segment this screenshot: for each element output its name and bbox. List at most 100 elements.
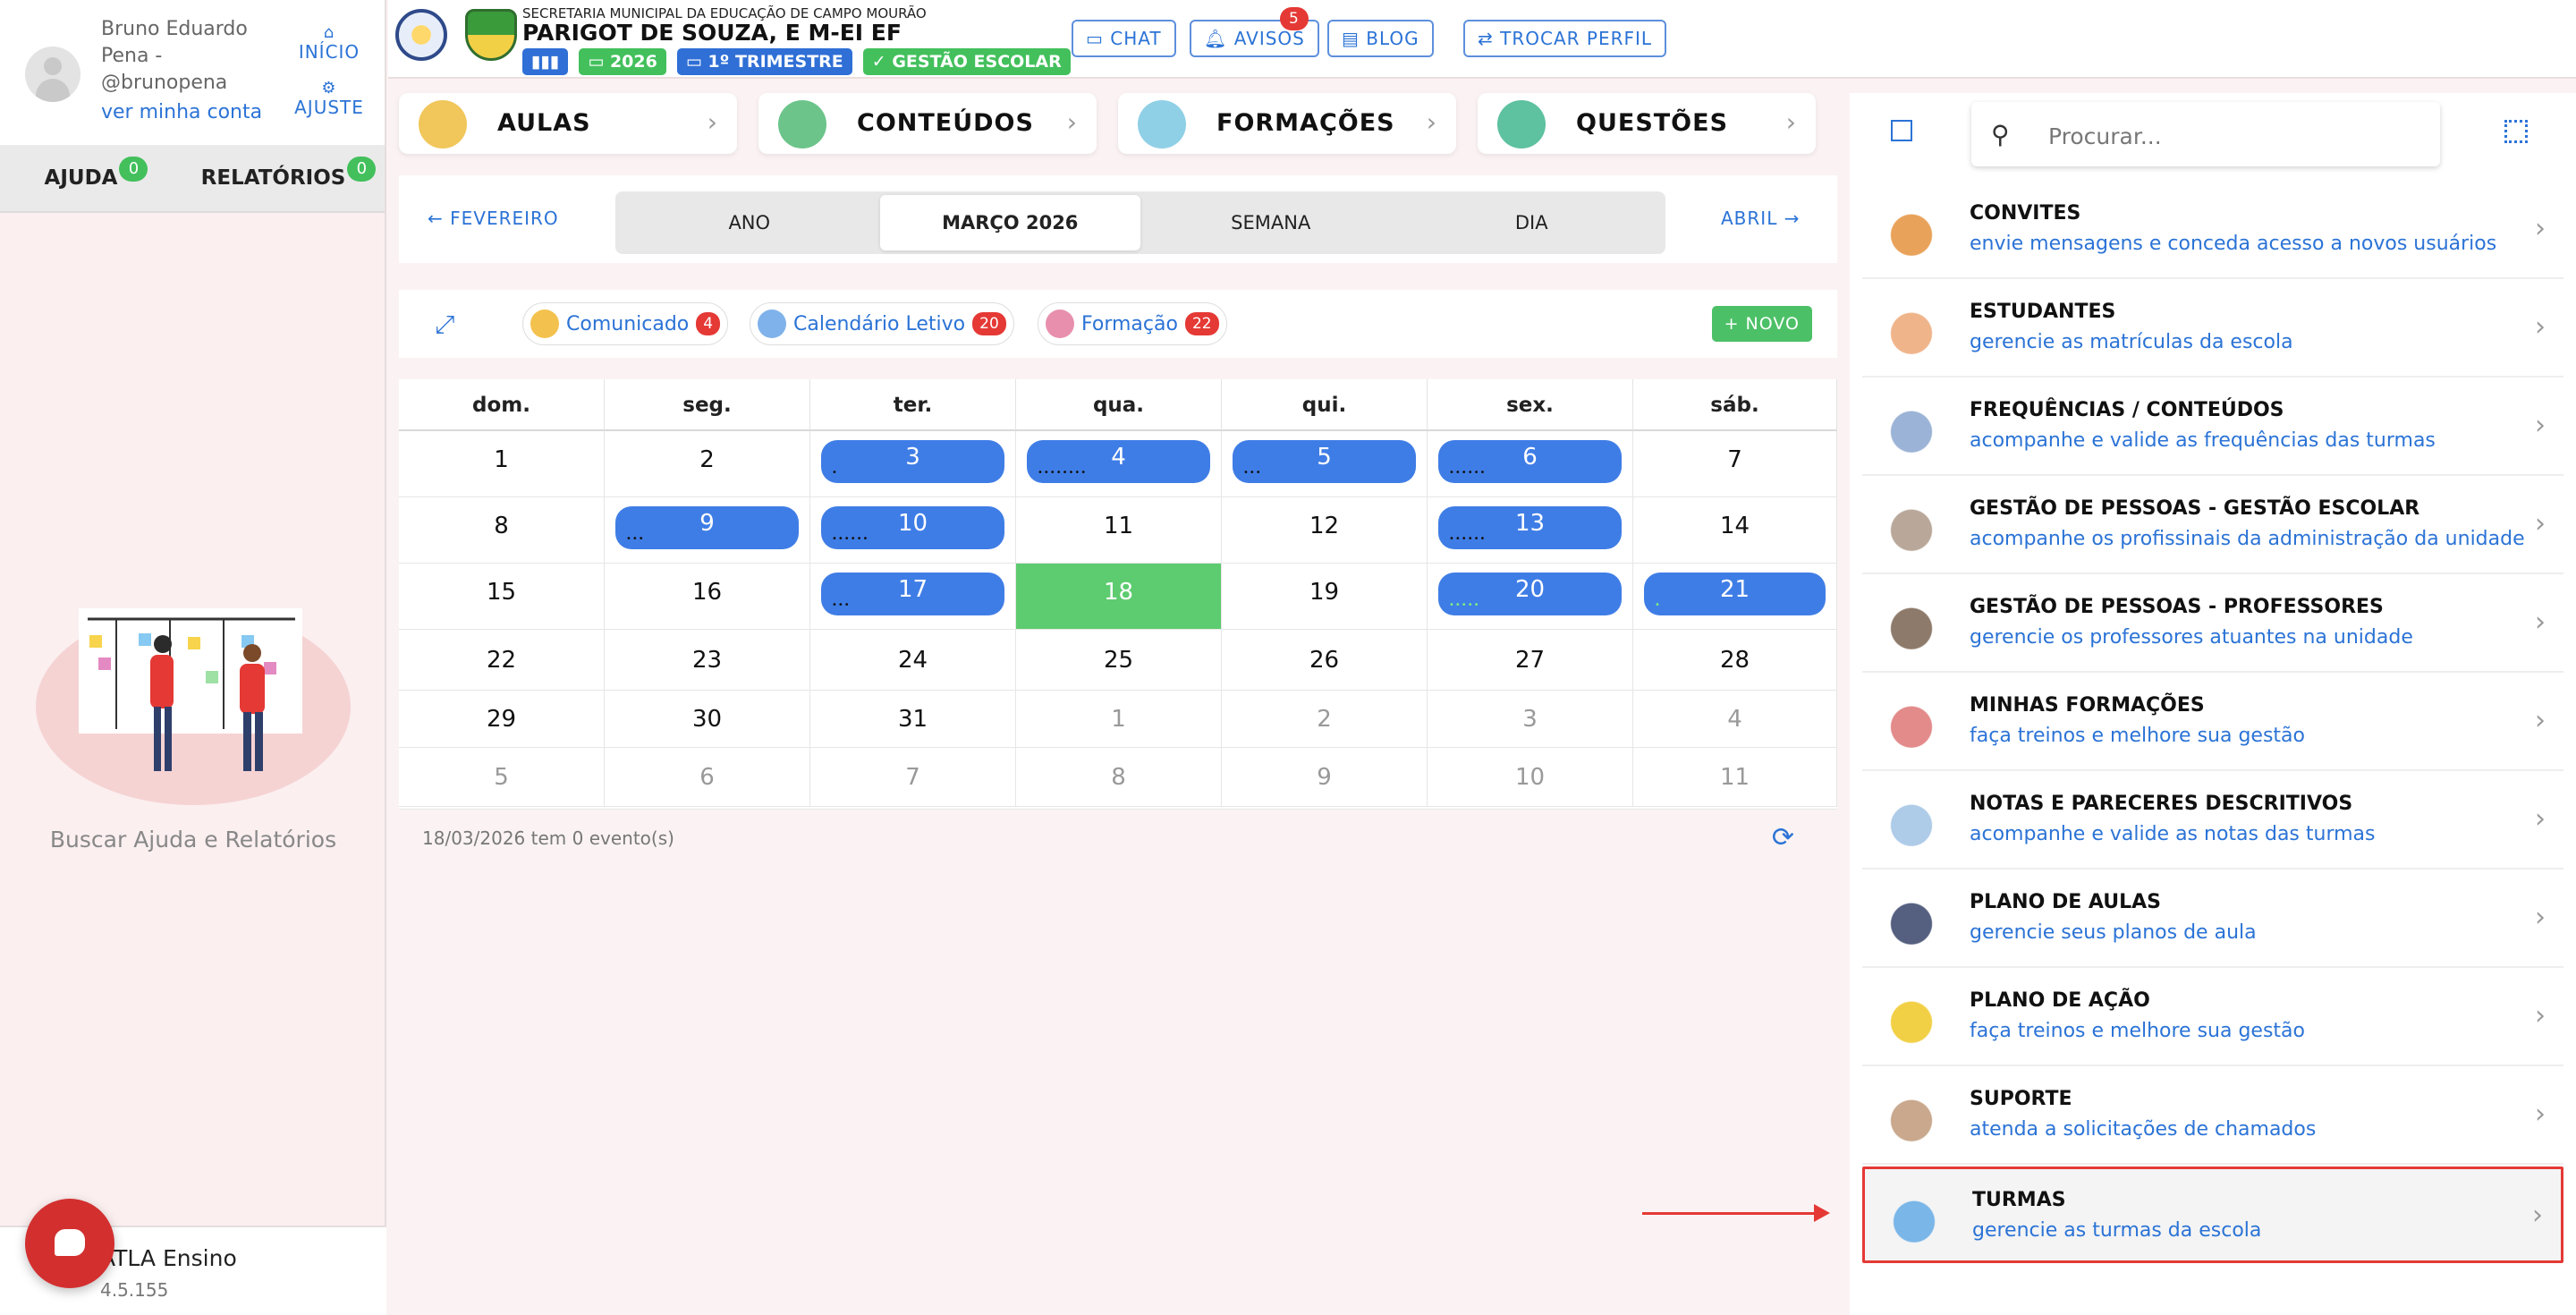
- calendar-day[interactable]: 11: [1633, 748, 1837, 807]
- calendar-day[interactable]: 20 •••••: [1428, 564, 1633, 630]
- chat-button[interactable]: ▭ CHAT: [1072, 20, 1176, 57]
- settings-nav[interactable]: ⚙ AJUSTE: [284, 81, 374, 119]
- filter-comunicado[interactable]: Comunicado 4: [522, 302, 729, 345]
- calendar-day[interactable]: 2: [1222, 691, 1428, 748]
- calendar-day[interactable]: 2: [605, 431, 810, 497]
- calendar-day[interactable]: 13 ••••••: [1428, 497, 1633, 564]
- module-item-4[interactable]: GESTÃO DE PESSOAS - GESTÃO ESCOLAR acompa…: [1862, 478, 2563, 574]
- home-nav[interactable]: ⌂ INÍCIO: [284, 25, 374, 64]
- calendar-day[interactable]: 9: [1222, 748, 1428, 807]
- calendar-day[interactable]: 7: [1633, 431, 1837, 497]
- new-event-button[interactable]: + NOVO: [1711, 306, 1812, 342]
- switch-profile-button[interactable]: ⇄ TROCAR PERFIL: [1463, 20, 1667, 57]
- calendar-day[interactable]: 8: [399, 497, 605, 564]
- event-pill[interactable]: 6 ••••••: [1438, 440, 1622, 483]
- calendar-day[interactable]: 28: [1633, 630, 1837, 691]
- module-item-2[interactable]: ESTUDANTES gerencie as matrículas da esco…: [1862, 281, 2563, 378]
- calendar-day[interactable]: 26: [1222, 630, 1428, 691]
- category-questoes[interactable]: QUESTÕES ›: [1478, 93, 1816, 154]
- event-pill[interactable]: 17 •••: [821, 573, 1004, 615]
- refresh-icon[interactable]: ⟳: [1772, 822, 1794, 853]
- calendar-day[interactable]: 8: [1016, 748, 1222, 807]
- category-formacoes[interactable]: FORMAÇÕES ›: [1118, 93, 1456, 154]
- calendar-day[interactable]: 9 •••: [605, 497, 810, 564]
- event-pill[interactable]: 4 ••••••••: [1027, 440, 1210, 483]
- event-pill[interactable]: 10 ••••••: [821, 506, 1004, 549]
- calendar-day[interactable]: 1: [399, 431, 605, 497]
- role-tag[interactable]: ✓ GESTÃO ESCOLAR: [862, 48, 1071, 75]
- calendar-day[interactable]: 6: [605, 748, 810, 807]
- calendar-day[interactable]: 5: [399, 748, 605, 807]
- expand-icon[interactable]: ⤢: [435, 310, 454, 340]
- module-item-1[interactable]: CONVITES envie mensagens e conceda acesso…: [1862, 182, 2563, 279]
- stats-icon-tag[interactable]: ▮▮▮: [522, 48, 569, 75]
- calendar-day[interactable]: 11: [1016, 497, 1222, 564]
- calendar-day-today[interactable]: 18: [1016, 564, 1222, 630]
- chat-fab-button[interactable]: [25, 1199, 114, 1288]
- account-link[interactable]: ver minha conta: [101, 101, 262, 123]
- grid-view-icon[interactable]: [1891, 120, 1912, 141]
- filter-formacao[interactable]: Formação 22: [1038, 302, 1227, 345]
- filter-calendario-letivo[interactable]: Calendário Letivo 20: [750, 302, 1014, 345]
- module-item-5[interactable]: GESTÃO DE PESSOAS - PROFESSORES gerencie …: [1862, 576, 2563, 673]
- view-month[interactable]: MARÇO 2026: [879, 195, 1140, 250]
- qr-code-icon[interactable]: [2504, 120, 2528, 143]
- calendar-day[interactable]: 30: [605, 691, 810, 748]
- module-item-9[interactable]: PLANO DE AÇÃO faça treinos e melhore sua …: [1862, 970, 2563, 1066]
- calendar-day[interactable]: 14: [1633, 497, 1837, 564]
- event-pill[interactable]: 3 •: [821, 440, 1004, 483]
- calendar-day[interactable]: 29: [399, 691, 605, 748]
- next-month-link[interactable]: ABRIL →: [1721, 208, 1800, 229]
- avisos-button[interactable]: 🔔︎ AVISOS 5: [1190, 7, 1319, 57]
- calendar-day[interactable]: 6 ••••••: [1428, 431, 1633, 497]
- calendar-day[interactable]: 3: [1428, 691, 1633, 748]
- term-tag[interactable]: ▭ 1º TRIMESTRE: [676, 48, 852, 75]
- category-conteudos[interactable]: CONTEÚDOS ›: [758, 93, 1097, 154]
- module-item-3[interactable]: FREQUÊNCIAS / CONTEÚDOS acompanhe e valid…: [1862, 379, 2563, 476]
- calendar-day[interactable]: 3 •: [810, 431, 1016, 497]
- prev-month-link[interactable]: ← FEVEREIRO: [428, 208, 559, 229]
- calendar-day[interactable]: 17 •••: [810, 564, 1016, 630]
- calendar-day[interactable]: 15: [399, 564, 605, 630]
- calendar-day[interactable]: 5 •••: [1222, 431, 1428, 497]
- calendar-day[interactable]: 19: [1222, 564, 1428, 630]
- module-item-6[interactable]: MINHAS FORMAÇÕES faça treinos e melhore s…: [1862, 674, 2563, 771]
- calendar-day[interactable]: 31: [810, 691, 1016, 748]
- calendar-day[interactable]: 23: [605, 630, 810, 691]
- tab-help[interactable]: AJUDA 0: [0, 145, 192, 211]
- calendar-day[interactable]: 22: [399, 630, 605, 691]
- event-pill[interactable]: 9 •••: [615, 506, 799, 549]
- year-tag[interactable]: ▭ 2026: [579, 48, 666, 75]
- module-item-10[interactable]: SUPORTE atenda a solicitações de chamados…: [1862, 1068, 2563, 1165]
- module-item-7[interactable]: NOTAS E PARECERES DESCRITIVOS acompanhe e…: [1862, 773, 2563, 870]
- chevron-right-icon: ›: [2535, 410, 2546, 441]
- calendar-day[interactable]: 21 •: [1633, 564, 1837, 630]
- calendar-day[interactable]: 24: [810, 630, 1016, 691]
- view-week[interactable]: SEMANA: [1140, 195, 1402, 250]
- calendar-day[interactable]: 7: [810, 748, 1016, 807]
- event-pill[interactable]: 21 •: [1644, 573, 1826, 615]
- tab-reports[interactable]: RELATÓRIOS 0: [192, 145, 385, 211]
- calendar-day[interactable]: 25: [1016, 630, 1222, 691]
- calendar-day[interactable]: 27: [1428, 630, 1633, 691]
- calendar-day[interactable]: 16: [605, 564, 810, 630]
- avatar[interactable]: [25, 47, 80, 102]
- event-pill[interactable]: 13 ••••••: [1438, 506, 1622, 549]
- calendar-day[interactable]: 10 ••••••: [810, 497, 1016, 564]
- module-item-8[interactable]: PLANO DE AULAS gerencie seus planos de au…: [1862, 871, 2563, 968]
- category-aulas[interactable]: AULAS ›: [399, 93, 737, 154]
- school-name[interactable]: PARIGOT DE SOUZA, E M-EI EF: [522, 20, 902, 46]
- blog-button[interactable]: ▤ BLOG: [1327, 20, 1434, 57]
- view-day[interactable]: DIA: [1402, 195, 1663, 250]
- calendar-day[interactable]: 4: [1633, 691, 1837, 748]
- search-box[interactable]: ⚲ Procurar...: [1971, 102, 2440, 166]
- calendar-day[interactable]: 4 ••••••••: [1016, 431, 1222, 497]
- event-dots: •••: [832, 600, 851, 610]
- calendar-day[interactable]: 10: [1428, 748, 1633, 807]
- event-pill[interactable]: 20 •••••: [1438, 573, 1622, 615]
- calendar-day[interactable]: 1: [1016, 691, 1222, 748]
- calendar-day[interactable]: 12: [1222, 497, 1428, 564]
- view-year[interactable]: ANO: [619, 195, 880, 250]
- module-item-11[interactable]: TURMAS gerencie as turmas da escola ›: [1862, 1167, 2563, 1263]
- event-pill[interactable]: 5 •••: [1233, 440, 1416, 483]
